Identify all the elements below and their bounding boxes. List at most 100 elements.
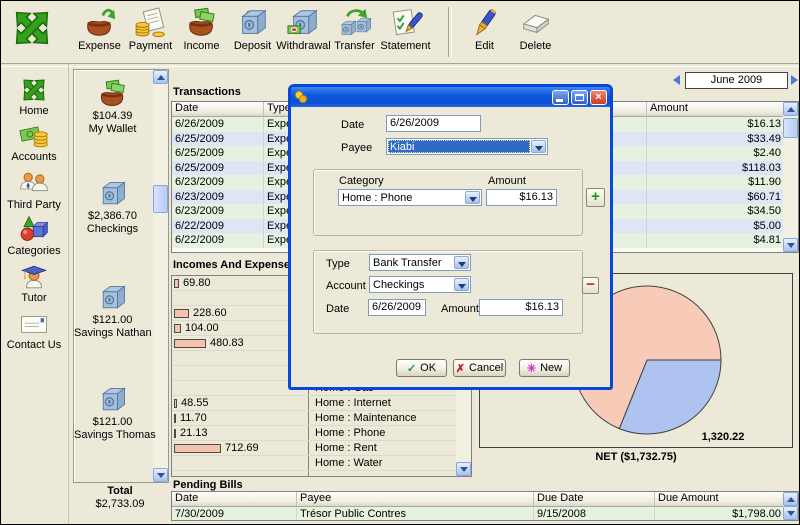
- accounts-scrollbar[interactable]: [153, 70, 168, 482]
- toolbar-button-income[interactable]: Income: [176, 6, 227, 53]
- toolbar-button-transfer[interactable]: Transfer: [329, 6, 380, 53]
- toolbar-button-edit[interactable]: Edit: [459, 6, 510, 53]
- bar-cell: 712.69: [172, 441, 309, 455]
- transfer-icon: [338, 6, 372, 40]
- amount2-input[interactable]: $16.13: [479, 299, 563, 316]
- sidebar-item-home[interactable]: Home: [1, 75, 67, 117]
- next-month-arrow[interactable]: [791, 75, 798, 85]
- chevron-down-icon[interactable]: [454, 256, 469, 269]
- column-header-date[interactable]: Date: [172, 102, 264, 116]
- sidebar-item-categories[interactable]: Categories: [1, 215, 67, 257]
- type-combobox[interactable]: Bank Transfer: [369, 254, 471, 271]
- scroll-down-button[interactable]: [456, 462, 471, 476]
- statement-icon: [389, 6, 423, 40]
- chevron-down-icon[interactable]: [465, 191, 480, 204]
- pending-bill-row[interactable]: 7/30/2009 Trésor Public Contres 9/15/2008 $…: [172, 507, 798, 520]
- sidebar-item-label: Tutor: [21, 292, 47, 304]
- remove-split-button[interactable]: −: [582, 277, 599, 294]
- add-split-button[interactable]: +: [586, 188, 605, 207]
- date-label: Date: [341, 119, 365, 131]
- incomes-expenses-row[interactable]: 21.13 Home : Phone: [172, 426, 471, 441]
- bar-value: 104.00: [185, 322, 219, 334]
- payee-combobox[interactable]: Kiabi: [386, 138, 548, 155]
- amount-input[interactable]: $16.13: [486, 189, 557, 206]
- sidebar-item-accounts[interactable]: Accounts: [1, 121, 67, 163]
- minimize-button[interactable]: [552, 89, 569, 105]
- incomes-expenses-row[interactable]: [172, 471, 471, 476]
- column-header-date[interactable]: Date: [172, 492, 297, 506]
- toolbar-button-label: Withdrawal: [276, 40, 331, 52]
- scroll-up-button[interactable]: [153, 70, 168, 84]
- toolbar-button-delete[interactable]: Delete: [510, 6, 561, 53]
- payee-label: Payee: [341, 142, 373, 154]
- scroll-up-button[interactable]: [783, 102, 798, 116]
- pending-bills-scrollbar[interactable]: [783, 492, 798, 520]
- scroll-down-button[interactable]: [783, 506, 798, 520]
- column-header-due-amount[interactable]: Due Amount: [655, 492, 785, 506]
- accounts-icon: [19, 121, 49, 151]
- incomes-expenses-row[interactable]: Home : Water: [172, 456, 471, 471]
- scroll-down-button[interactable]: [153, 468, 168, 482]
- account-item-checkings[interactable]: $2,386.70 Checkings: [74, 178, 151, 236]
- scroll-thumb[interactable]: [783, 118, 798, 138]
- close-button[interactable]: ×: [590, 89, 607, 105]
- scroll-down-button[interactable]: [783, 238, 798, 252]
- maximize-button[interactable]: [571, 89, 588, 105]
- transactions-scrollbar[interactable]: [783, 102, 798, 252]
- bar-value: 69.80: [183, 277, 211, 289]
- toolbar-separator: [448, 7, 452, 57]
- column-header-payee[interactable]: Payee: [297, 492, 534, 506]
- toolbar-button-withdrawal[interactable]: Withdrawal: [276, 6, 331, 53]
- account-combobox[interactable]: Checkings: [369, 276, 471, 293]
- column-header-due-date[interactable]: Due Date: [534, 492, 655, 506]
- chevron-down-icon[interactable]: [454, 278, 469, 291]
- category-value: Home : Phone: [342, 192, 413, 204]
- income-icon: [185, 6, 219, 40]
- bar-cell: 48.55: [172, 396, 309, 410]
- pending-bills-table: Date Payee Due Date Due Amount 7/30/2009 Tré…: [171, 491, 799, 521]
- dialog-icon: [294, 90, 308, 104]
- bar: [174, 323, 181, 333]
- scroll-thumb[interactable]: [153, 185, 168, 213]
- account-item-savings-thomas[interactable]: $121.00 Savings Thomas: [74, 384, 156, 442]
- new-button[interactable]: ✳ New: [519, 359, 570, 377]
- account-name: Checkings: [86, 223, 139, 235]
- ok-button[interactable]: ✓ OK: [396, 359, 447, 377]
- incomes-expenses-row[interactable]: 11.70 Home : Maintenance: [172, 411, 471, 426]
- account-item-savings-nathan[interactable]: $121.00 Savings Nathan: [74, 282, 152, 340]
- sidebar-item-tutor[interactable]: Tutor: [1, 262, 67, 304]
- sidebar-item-contact-us[interactable]: Contact Us: [1, 309, 67, 351]
- chevron-down-icon[interactable]: [531, 140, 546, 153]
- incomes-expenses-row[interactable]: 712.69 Home : Rent: [172, 441, 471, 456]
- bar-value: 480.83: [210, 337, 244, 349]
- toolbar-button-deposit[interactable]: Deposit: [227, 6, 278, 53]
- column-header-amount[interactable]: Amount: [647, 102, 785, 116]
- deposit-icon: [236, 6, 270, 40]
- category-combobox[interactable]: Home : Phone: [338, 189, 482, 206]
- cell-amount: $60.71: [647, 189, 785, 204]
- delete-icon: [519, 6, 553, 40]
- toolbar-button-expense[interactable]: Expense: [74, 6, 125, 53]
- accounts-panel: $104.39 My Wallet $2,386.70 Checkings $121.0…: [73, 69, 169, 483]
- cancel-button[interactable]: ✗ Cancel: [453, 359, 506, 377]
- dialog-titlebar[interactable]: ×: [291, 87, 610, 107]
- check-icon: ✓: [406, 362, 417, 375]
- account-item-my-wallet[interactable]: $104.39 My Wallet: [74, 78, 151, 136]
- previous-month-arrow[interactable]: [673, 75, 680, 85]
- cell-amount: $4.81: [647, 233, 785, 248]
- incomes-expenses-row[interactable]: 48.55 Home : Internet: [172, 396, 471, 411]
- toolbar-button-payment[interactable]: Payment: [125, 6, 176, 53]
- scroll-up-button[interactable]: [783, 492, 798, 506]
- toolbar-button-statement[interactable]: Statement: [380, 6, 431, 53]
- cell-amount: $118.03: [647, 160, 785, 175]
- cell-amount: $2.40: [647, 146, 785, 161]
- sidebar-item-third-party[interactable]: Third Party: [1, 169, 67, 211]
- categories-icon: [19, 215, 49, 245]
- cell-date: 6/23/2009: [172, 204, 264, 219]
- transactions-title: Transactions: [173, 86, 241, 98]
- date2-input[interactable]: 6/26/2009: [368, 299, 426, 316]
- type-label: Type: [326, 258, 350, 270]
- wallet-icon: [97, 78, 129, 110]
- month-selector[interactable]: June 2009: [685, 72, 788, 89]
- date-input[interactable]: 6/26/2009: [386, 115, 481, 132]
